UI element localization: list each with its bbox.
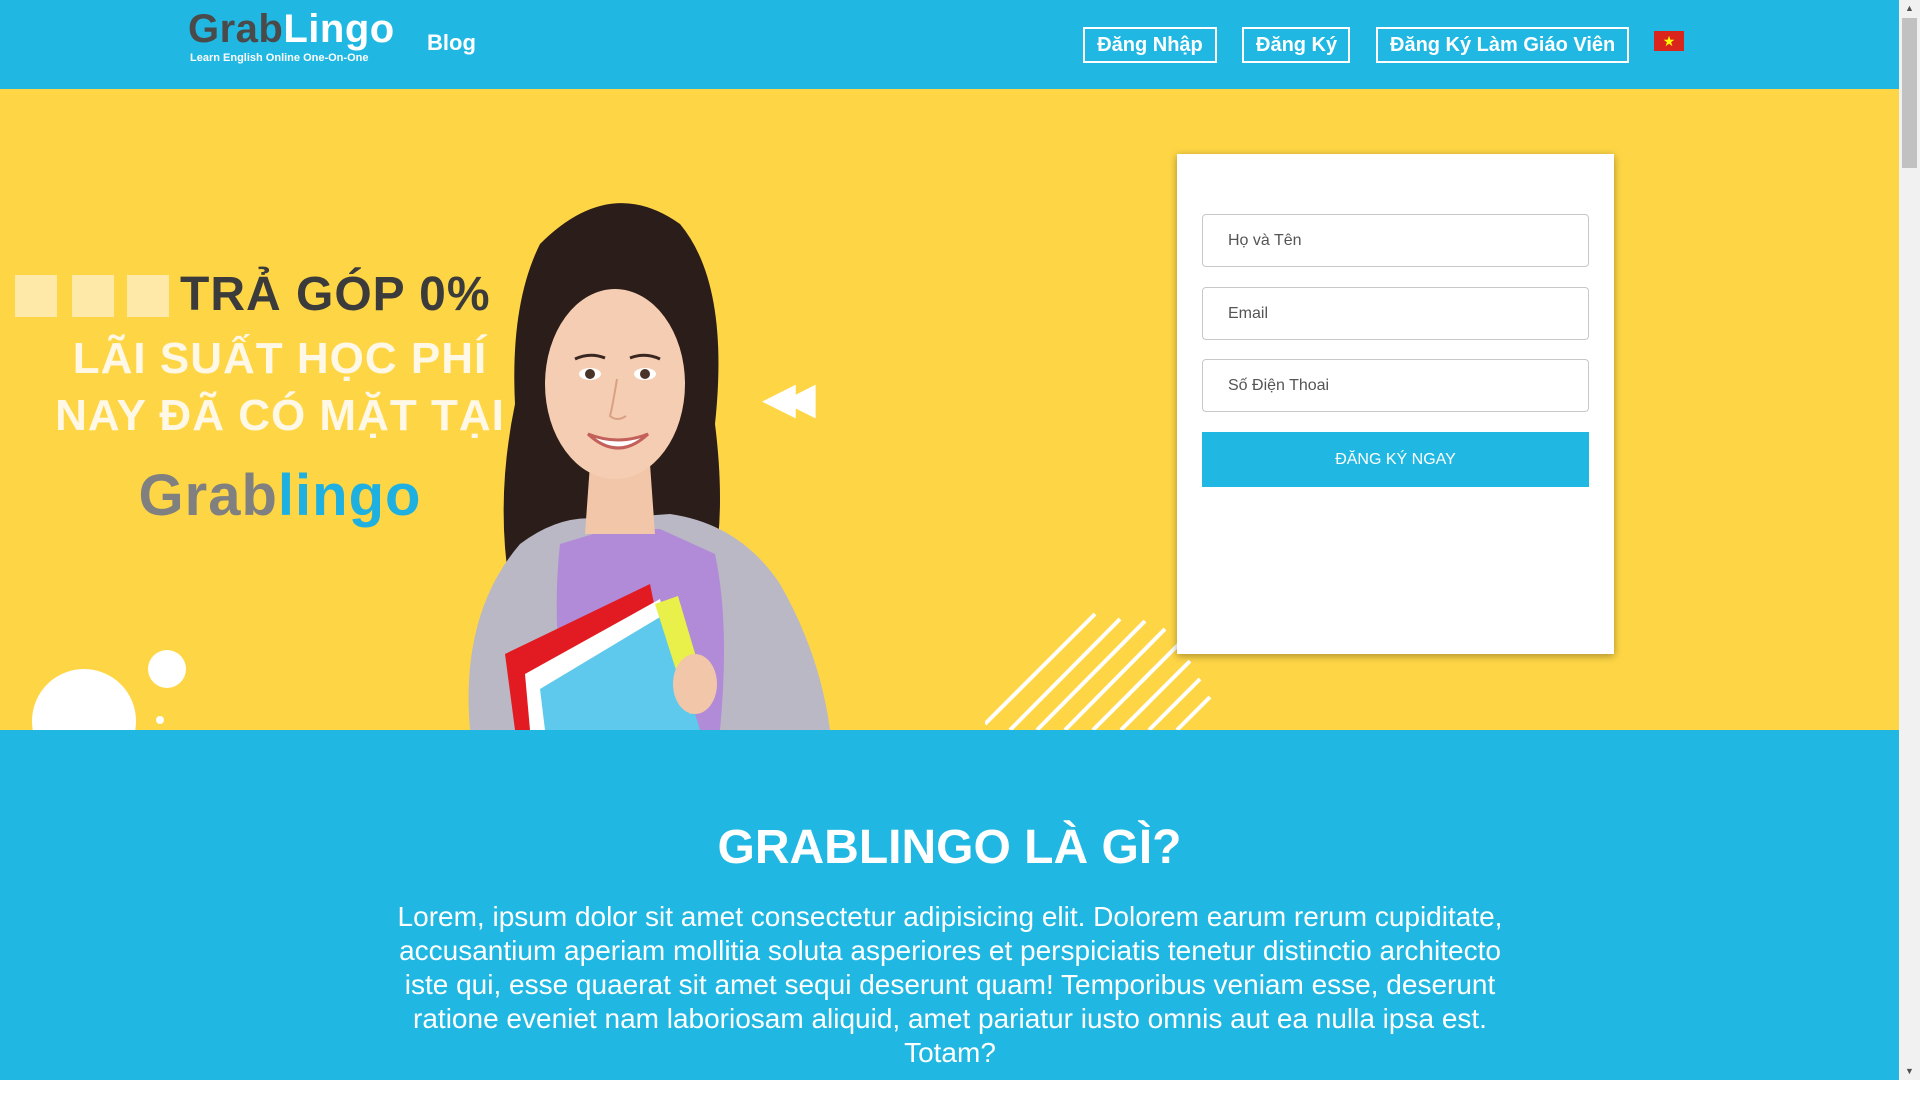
- site-header: GrabLingo Learn English Online One-On-On…: [0, 0, 1899, 89]
- nav-blog-link[interactable]: Blog: [427, 30, 476, 56]
- vietnam-flag-icon[interactable]: ★: [1654, 31, 1684, 51]
- decor-circle-small: [148, 650, 186, 688]
- logo-tagline: Learn English Online One-On-One: [190, 52, 369, 64]
- logo-word-lingo: Lingo: [283, 7, 395, 51]
- decor-square: [72, 275, 114, 317]
- phone-input[interactable]: [1202, 359, 1589, 412]
- rewind-icon: ◀◀: [762, 374, 816, 423]
- page-viewport: GrabLingo Learn English Online One-On-On…: [0, 0, 1899, 1080]
- brand-word-lingo: lingo: [277, 463, 422, 528]
- fullname-input[interactable]: [1202, 214, 1589, 267]
- decor-square: [15, 275, 57, 317]
- email-input[interactable]: [1202, 287, 1589, 340]
- scroll-down-arrow-icon[interactable]: ▼: [1899, 1063, 1920, 1080]
- scroll-up-arrow-icon[interactable]: ▲: [1899, 0, 1920, 17]
- about-description: Lorem, ipsum dolor sit amet consectetur …: [397, 901, 1503, 1068]
- about-section: GRABLINGO LÀ GÌ? Lorem, ipsum dolor sit …: [0, 730, 1899, 1080]
- register-button[interactable]: Đăng Ký: [1242, 27, 1350, 63]
- flag-star-icon: ★: [1662, 33, 1676, 49]
- page-scrollbar[interactable]: ▲ ▼: [1899, 0, 1920, 1080]
- hero-banner: TRẢ GÓP 0% LÃI SUẤT HỌC PHÍ NAY ĐÃ CÓ MẶ…: [0, 89, 1899, 730]
- logo-word-grab: Grab: [188, 7, 284, 51]
- scrollbar-thumb[interactable]: [1902, 18, 1917, 168]
- signup-form-card: ĐĂNG KÝ NGAY: [1177, 154, 1614, 654]
- brand-word-grab: Grab: [138, 463, 278, 528]
- about-title: GRABLINGO LÀ GÌ?: [717, 821, 1182, 874]
- grablingo-logo[interactable]: GrabLingo Learn English Online One-On-On…: [188, 7, 395, 70]
- logo-wordmark: GrabLingo: [188, 7, 395, 51]
- window-bottom-edge: [0, 1080, 1920, 1120]
- decor-circle-large: [32, 669, 136, 730]
- decor-dot: [156, 716, 164, 724]
- decor-square: [127, 275, 169, 317]
- login-button[interactable]: Đăng Nhập: [1083, 27, 1217, 63]
- signup-submit-button[interactable]: ĐĂNG KÝ NGAY: [1202, 432, 1589, 487]
- student-photo: [468, 203, 830, 730]
- register-teacher-button[interactable]: Đăng Ký Làm Giáo Viên: [1376, 27, 1629, 63]
